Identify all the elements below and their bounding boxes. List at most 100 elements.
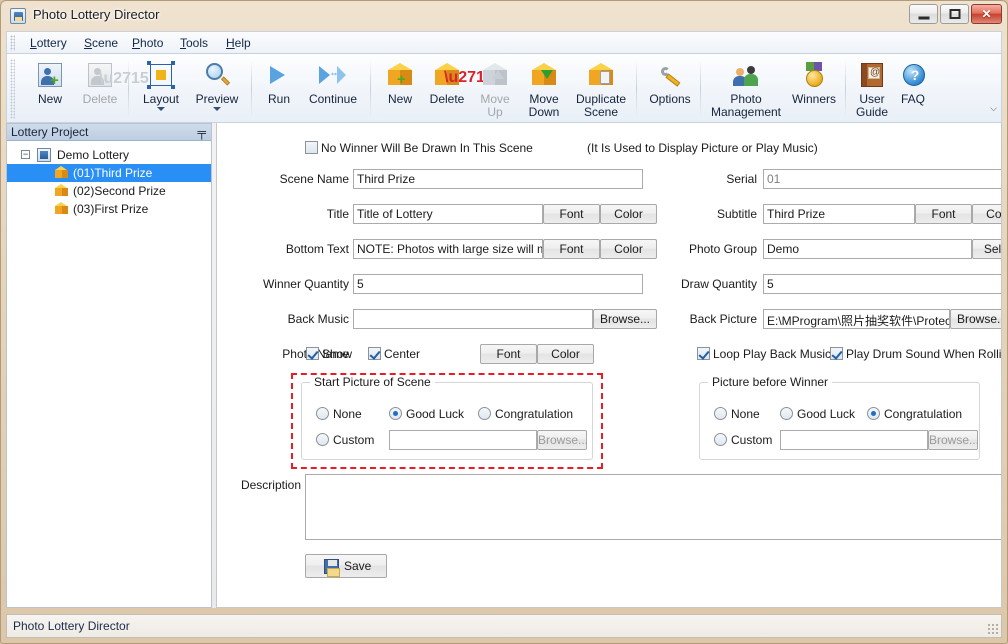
start-picture-browse-button[interactable]: Browse... [537,430,588,450]
cube-arrow-up-icon [479,59,511,91]
bottom-text-label: Bottom Text [285,242,349,256]
winner-quantity-label: Winner Quantity [262,277,349,291]
subtitle-input[interactable]: Third Prize [763,204,915,224]
toolbar-scene-delete[interactable]: \u2715 Delete [422,56,494,106]
before-winner-radio-good-luck[interactable]: Good Luck [780,407,855,421]
subtitle-color-button[interactable]: Color [972,204,1001,224]
radio-label: Custom [333,433,375,447]
minimize-button[interactable] [909,4,938,24]
project-tree: − Demo Lottery (01)Third Prize (02)Secon… [7,142,211,607]
toolbar-duplicate-scene[interactable]: Duplicate Scene [570,56,632,119]
toolbar-winners[interactable]: Winners [786,56,842,106]
start-picture-radio-congratulation[interactable]: Congratulation [478,407,573,421]
toolbar-label: Winners [791,92,836,106]
play-drum-sound-checkbox[interactable]: Play Drum Sound When Rolling P [830,347,1001,361]
subtitle-font-button[interactable]: Font [915,204,972,224]
bottom-text-font-button[interactable]: Font [543,239,600,259]
before-winner-radio-custom[interactable]: Custom [714,433,772,447]
toolbar-drag-grip[interactable] [10,59,15,119]
back-picture-browse-button[interactable]: Browse... [950,309,1001,329]
tree-node-scene-03[interactable]: (03)First Prize [7,200,211,218]
radio-dot [714,433,727,446]
save-button[interactable]: Save [305,554,387,578]
toolbar-overflow-button[interactable]: ⌵ [988,104,999,118]
menu-drag-grip[interactable] [10,35,15,51]
scene-settings-form: No Winner Will Be Drawn In This Scene (I… [216,123,1002,608]
loop-play-back-music-checkbox[interactable]: Loop Play Back Music [697,347,831,361]
toolbar-options[interactable]: Options [642,56,698,106]
back-music-input[interactable] [353,309,593,329]
app-icon [10,8,26,24]
menu-help[interactable]: Help [219,35,258,52]
before-winner-custom-input[interactable] [780,430,928,450]
chevron-down-icon[interactable] [213,107,221,111]
floppy-disk-icon [324,559,340,577]
menu-tools[interactable]: Tools [173,35,215,52]
photo-group-input[interactable]: Demo [763,239,972,259]
expander-icon[interactable]: − [21,150,30,159]
toolbar-run[interactable]: Run [258,56,300,106]
tree-node-scene-02[interactable]: (02)Second Prize [7,182,211,200]
radio-label: None [731,407,760,421]
toolbar-preview[interactable]: Preview [188,56,246,111]
tree-node-scene-01[interactable]: (01)Third Prize [7,164,211,182]
title-input[interactable]: Title of Lottery [353,204,543,224]
menu-photo[interactable]: Photo [125,35,170,52]
serial-input[interactable]: 01 [763,169,1001,189]
start-picture-group: Start Picture of Scene None Good Luck Co… [301,375,593,460]
toolbar-separator [370,60,371,118]
photo-name-font-button[interactable]: Font [480,344,537,364]
back-picture-input[interactable]: E:\MProgram\照片抽奖软件\Protected\back.jp [763,309,950,329]
checkbox-label: No Winner Will Be Drawn In This Scene [321,141,533,155]
back-music-label: Back Music [287,312,349,326]
toolbar-faq[interactable]: ? FAQ [893,56,933,106]
before-winner-radio-congratulation[interactable]: Congratulation [867,407,962,421]
tree-node-root[interactable]: − Demo Lottery [7,146,211,164]
toolbar: + New \u2715 Delete Layout Preview Run C… [6,53,1002,123]
draw-quantity-input[interactable]: 5 [763,274,1001,294]
toolbar-label: New [387,92,412,106]
close-button[interactable]: ✕ [971,4,1002,24]
photo-group-select-button[interactable]: Select [972,239,1001,259]
pin-icon[interactable]: ╤ [197,125,206,139]
toolbar-lottery-delete[interactable]: \u2715 Delete [74,56,149,106]
toolbar-scene-new[interactable]: + New [378,56,422,106]
description-textarea[interactable] [305,474,1001,540]
radio-dot [867,407,880,420]
checkbox-label: Show [322,347,353,361]
maximize-button[interactable] [940,4,969,24]
radio-dot [780,407,793,420]
no-winner-checkbox[interactable]: No Winner Will Be Drawn In This Scene [305,141,533,155]
before-winner-radio-none[interactable]: None [714,407,760,421]
start-picture-radio-custom[interactable]: Custom [316,433,374,447]
start-picture-custom-input[interactable] [389,430,537,450]
photo-name-show-checkbox[interactable]: Show [306,347,352,361]
radio-dot [714,407,727,420]
chevron-down-icon[interactable] [157,107,165,111]
toolbar-label: Preview [195,92,239,106]
menu-lottery[interactable]: LLotteryottery [23,35,74,52]
toolbar-layout[interactable]: Layout [134,56,188,111]
start-picture-radio-none[interactable]: None [316,407,362,421]
toolbar-photo-management[interactable]: Photo Management [706,56,786,119]
toolbar-move-down[interactable]: Move Down [518,56,570,119]
photo-name-center-checkbox[interactable]: Center [368,347,420,361]
draw-quantity-label: Draw Quantity [680,277,757,291]
toolbar-lottery-new[interactable]: + New [26,56,74,106]
before-winner-browse-button[interactable]: Browse... [928,430,979,450]
bottom-text-input[interactable]: NOTE: Photos with large size will ma [353,239,543,259]
toolbar-label: Delete [429,92,465,106]
toolbar-user-guide[interactable]: @ User Guide [851,56,893,119]
toolbar-move-up[interactable]: Move Up [472,56,518,119]
toolbar-continue[interactable]: Continue [300,56,366,106]
subtitle-label: Subtitle [716,207,757,221]
new-photo-icon: + [34,59,66,91]
menu-scene[interactable]: Scene [77,35,125,52]
resize-grip[interactable] [987,623,999,635]
title-font-button[interactable]: Font [543,204,600,224]
start-picture-radio-good-luck[interactable]: Good Luck [389,407,464,421]
maximize-icon [949,9,960,19]
toolbar-separator [128,60,129,118]
radio-label: Good Luck [406,407,465,421]
photo-name-color-button[interactable]: Color [537,344,594,364]
